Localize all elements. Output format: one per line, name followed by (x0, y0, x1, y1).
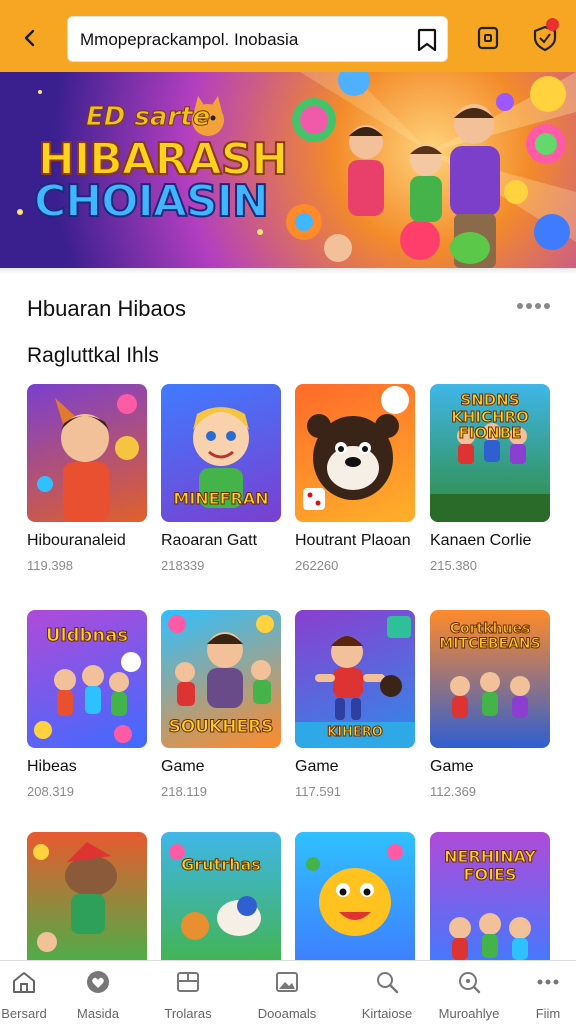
game-tile[interactable]: MINEFRAN Raoaran Gatt 218339 (161, 384, 281, 573)
game-title: Hibeas (27, 758, 77, 775)
game-title: Hibouranaleid (27, 532, 126, 549)
nav-item-favorites[interactable]: Masida (58, 969, 138, 1021)
search-field[interactable]: Mmopeprackampol. Inobasia (67, 16, 448, 62)
nav-label: Kirtaiose (361, 1006, 413, 1021)
nav-label: Dooamals (257, 1006, 317, 1021)
game-thumbnail (27, 832, 147, 970)
game-thumbnail: KIHERO (295, 610, 415, 748)
play-count: 112.369 (430, 784, 477, 799)
game-tile[interactable]: KIHERO Game 117.591 (295, 610, 415, 799)
more-horizontal-icon (517, 303, 550, 309)
wallet-icon[interactable] (474, 24, 502, 52)
section-subtitle: Ragluttkal Ihls (27, 344, 159, 367)
game-tile[interactable]: Cortkhues MITCEBEANS Game 112.369 (430, 610, 550, 799)
search-alt-icon (459, 972, 481, 994)
nav-item-home[interactable]: Bersard (0, 969, 64, 1021)
nav-label: Trolaras (164, 1006, 212, 1021)
image-icon (276, 972, 298, 992)
more-options-button[interactable] (515, 296, 551, 316)
back-arrow-icon (24, 29, 35, 47)
nav-label: Masida (77, 1006, 119, 1021)
game-thumbnail: SNDNS KHICHRO FIONBE (430, 384, 550, 522)
game-thumbnail: NERHINAY FOIES (430, 832, 550, 970)
shield-button[interactable] (531, 18, 559, 52)
thumbnail-caption: MINEFRAN (173, 489, 269, 508)
game-thumbnail: Grutrhas (161, 832, 281, 970)
section-title: Hbuaran Hibaos (27, 296, 186, 321)
game-title: Raoaran Gatt (161, 532, 258, 549)
thumbnail-caption: SOUKHERS (168, 717, 274, 737)
heart-icon (87, 971, 109, 993)
nav-item-media[interactable]: Dooamals (247, 969, 327, 1021)
game-thumbnail (295, 384, 415, 522)
nav-item-search[interactable]: Kirtaiose (347, 969, 427, 1021)
play-count: 215.380 (430, 558, 477, 573)
grid-icon (177, 972, 199, 992)
play-count: 119.398 (27, 558, 74, 573)
game-tile[interactable] (295, 832, 415, 970)
game-tile[interactable]: Hibouranaleid 119.398 (27, 384, 147, 573)
game-tile[interactable] (27, 832, 147, 970)
play-count: 218339 (161, 558, 205, 573)
nav-item-categories[interactable]: Trolaras (148, 969, 228, 1021)
game-thumbnail: Uldbnas (27, 610, 147, 748)
thumbnail-caption: SNDNS KHICHRO FIONBE (451, 391, 530, 442)
banner-subtitle: CHOIASIN (33, 175, 270, 228)
notification-badge (546, 18, 559, 31)
game-tile[interactable]: SNDNS KHICHRO FIONBE Kanaen Corlie 215.3… (430, 384, 550, 573)
game-tile[interactable]: Grutrhas (161, 832, 281, 970)
thumbnail-caption: NERHINAY FOIES (444, 847, 537, 884)
banner-tagline: ED sarte (85, 102, 211, 133)
game-title: Game (161, 758, 205, 775)
play-count: 262260 (295, 558, 339, 573)
search-input[interactable]: Mmopeprackampol. Inobasia (80, 30, 298, 50)
play-count: 117.591 (295, 784, 342, 799)
home-icon (13, 972, 35, 993)
game-tile[interactable]: SOUKHERS Game 218.119 (161, 610, 281, 799)
search-icon (377, 972, 399, 994)
promo-banner[interactable]: ED sarte HIBARASH CHOIASIN (0, 72, 576, 268)
game-tile[interactable]: Uldbnas Hibeas 208.319 (27, 610, 147, 799)
banner-divider (0, 268, 576, 274)
game-thumbnail: MINEFRAN (161, 384, 281, 522)
thumbnail-caption: KIHERO (327, 725, 384, 741)
play-count: 208.319 (27, 784, 74, 799)
game-title: Game (430, 758, 474, 775)
nav-label: Muroahlye (438, 1006, 500, 1021)
thumbnail-caption: Grutrhas (181, 855, 262, 874)
game-title: Game (295, 758, 339, 775)
game-title: Kanaen Corlie (430, 532, 532, 549)
game-thumbnail: SOUKHERS (161, 610, 281, 748)
game-title: Houtrant Plaoan (295, 532, 411, 549)
nav-label: Bersard (1, 1006, 47, 1021)
bottom-navigation: Bersard Masida Trolaras Dooamals Kirtaio… (0, 960, 576, 1024)
nav-label: Fiim (535, 1006, 561, 1021)
game-tile[interactable]: NERHINAY FOIES (430, 832, 550, 970)
game-thumbnail (295, 832, 415, 970)
thumbnail-caption: Uldbnas (45, 625, 129, 646)
bookmark-icon[interactable] (415, 27, 439, 53)
game-tile[interactable]: Houtrant Plaoan 262260 (295, 384, 415, 573)
thumbnail-caption: Cortkhues MITCEBEANS (439, 621, 541, 653)
nav-item-explore[interactable]: Muroahlye (429, 969, 509, 1021)
game-thumbnail: Cortkhues MITCEBEANS (430, 610, 550, 748)
play-count: 218.119 (161, 784, 208, 799)
back-button[interactable] (14, 22, 46, 54)
more-icon (537, 979, 559, 985)
top-bar: Mmopeprackampol. Inobasia (0, 0, 576, 72)
game-thumbnail (27, 384, 147, 522)
nav-item-more[interactable]: Fiim (508, 969, 576, 1021)
